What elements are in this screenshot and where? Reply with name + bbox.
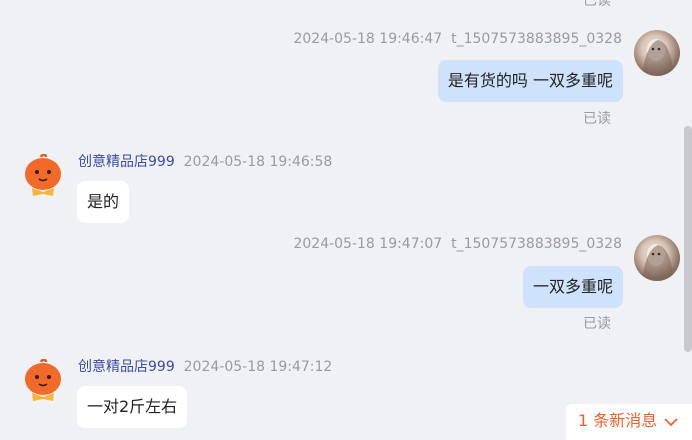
message-username: t_1507573883895_0328	[451, 236, 622, 252]
message-meta: 创意精品店999 2024-05-18 19:46:58	[78, 151, 332, 171]
message-timestamp: 2024-05-18 19:47:12	[183, 359, 333, 375]
message-meta: 创意精品店999 2024-05-18 19:47:12	[78, 356, 332, 376]
shop-avatar[interactable]	[23, 153, 63, 196]
read-status-top: 已读	[583, 0, 611, 9]
user-avatar-image	[642, 39, 674, 76]
shop-name[interactable]: 创意精品店999	[78, 359, 175, 375]
message-timestamp: 2024-05-18 19:46:47	[293, 31, 443, 47]
new-message-label: 1 条新消息	[578, 411, 658, 430]
shop-mascot-icon	[25, 358, 61, 401]
message-timestamp: 2024-05-18 19:46:58	[183, 154, 333, 170]
message-bubble-incoming[interactable]: 是的	[77, 181, 130, 223]
message-bubble-incoming[interactable]: 一对2斤左右	[77, 386, 188, 428]
user-avatar[interactable]	[634, 30, 680, 76]
shop-avatar[interactable]	[23, 358, 63, 401]
message-meta: 2024-05-18 19:46:47 t_1507573883895_0328	[293, 31, 622, 47]
message-bubble-outgoing[interactable]: 一双多重呢	[522, 266, 623, 308]
read-status: 已读	[583, 111, 611, 127]
scrollbar-thumb[interactable]	[684, 126, 692, 352]
user-avatar-image	[642, 244, 674, 281]
message-timestamp: 2024-05-18 19:47:07	[293, 236, 443, 252]
message-meta: 2024-05-18 19:47:07 t_1507573883895_0328	[293, 236, 622, 252]
shop-name[interactable]: 创意精品店999	[78, 154, 175, 170]
shop-mascot-icon	[25, 153, 61, 196]
message-username: t_1507573883895_0328	[451, 31, 622, 47]
chevron-down-icon	[664, 417, 679, 426]
message-bubble-outgoing[interactable]: 是有货的吗 一双多重呢	[437, 60, 623, 102]
new-message-button[interactable]: 1 条新消息	[566, 404, 692, 440]
user-avatar[interactable]	[634, 235, 680, 281]
read-status: 已读	[583, 316, 611, 332]
